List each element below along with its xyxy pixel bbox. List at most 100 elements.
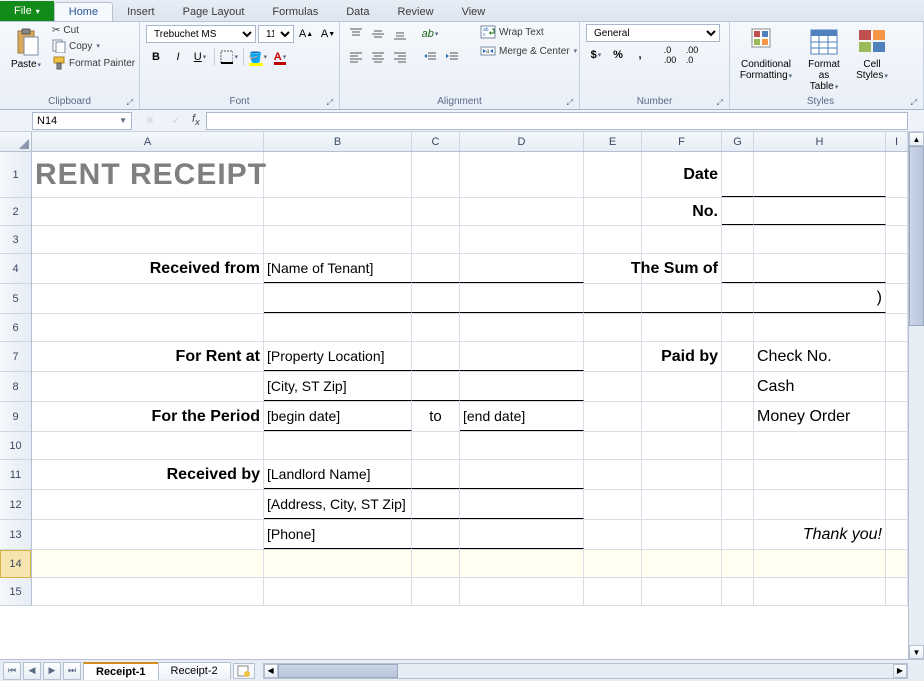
row-header[interactable]: 8	[0, 372, 31, 402]
cell-address[interactable]: [Address, City, ST Zip]	[264, 490, 412, 519]
next-sheet-button[interactable]: ▶	[43, 662, 61, 680]
cell-end[interactable]: [end date]	[460, 402, 584, 431]
align-middle-button[interactable]	[368, 24, 388, 44]
col-header[interactable]: H	[754, 132, 886, 151]
cell-paren[interactable]: )	[754, 284, 886, 313]
row-header[interactable]: 12	[0, 490, 31, 520]
select-all-corner[interactable]	[0, 132, 32, 151]
cell-date-label[interactable]: Date	[642, 152, 722, 197]
tab-insert[interactable]: Insert	[113, 3, 169, 21]
cell-check-label[interactable]: Check No.	[754, 342, 886, 371]
col-header[interactable]: D	[460, 132, 584, 151]
cell-no-label[interactable]: No.	[642, 198, 722, 225]
conditional-formatting-button[interactable]: Conditional Formatting	[736, 24, 796, 83]
col-header[interactable]: B	[264, 132, 412, 151]
paste-button[interactable]: Paste	[6, 24, 46, 72]
col-header[interactable]: A	[32, 132, 264, 151]
name-box[interactable]: N14▼	[32, 112, 132, 130]
cell-phone[interactable]: [Phone]	[264, 520, 412, 549]
tab-page-layout[interactable]: Page Layout	[169, 3, 259, 21]
format-as-table-button[interactable]: Format as Table	[800, 24, 848, 94]
cell-begin[interactable]: [begin date]	[264, 402, 412, 431]
cell-city[interactable]: [City, ST Zip]	[264, 372, 412, 401]
row-header[interactable]: 4	[0, 254, 31, 284]
tab-formulas[interactable]: Formulas	[258, 3, 332, 21]
cell-paid-by-label[interactable]: Paid by	[642, 342, 722, 371]
align-left-button[interactable]	[346, 47, 366, 67]
cell-rent-at-label[interactable]: For Rent at	[32, 342, 264, 371]
row-header[interactable]: 2	[0, 198, 31, 226]
align-right-button[interactable]	[390, 47, 410, 67]
italic-button[interactable]: I	[168, 47, 188, 67]
hscroll-thumb[interactable]	[278, 664, 398, 678]
cell-property[interactable]: [Property Location]	[264, 342, 412, 371]
scroll-left-button[interactable]: ◀	[264, 664, 278, 678]
formula-input[interactable]	[206, 112, 908, 130]
fx-icon[interactable]: fx	[192, 113, 200, 127]
cell-to[interactable]: to	[412, 402, 460, 431]
last-sheet-button[interactable]: ⏭	[63, 662, 81, 680]
copy-button[interactable]: Copy	[50, 38, 137, 54]
comma-button[interactable]: ,	[630, 45, 650, 65]
increase-indent-button[interactable]	[442, 47, 462, 67]
row-header[interactable]: 14	[0, 550, 31, 578]
wrap-text-button[interactable]: abcWrap Text	[478, 24, 579, 40]
shrink-font-button[interactable]: A▼	[318, 24, 338, 44]
prev-sheet-button[interactable]: ◀	[23, 662, 41, 680]
row-header[interactable]: 5	[0, 284, 31, 314]
increase-decimal-button[interactable]: .0.00	[660, 45, 680, 65]
row-header[interactable]: 15	[0, 578, 31, 606]
accounting-format-button[interactable]: $	[586, 45, 606, 65]
tab-review[interactable]: Review	[383, 3, 447, 21]
row-header[interactable]: 1	[0, 152, 31, 198]
border-button[interactable]	[219, 47, 239, 67]
cell-received-by-label[interactable]: Received by	[32, 460, 264, 489]
cell-landlord[interactable]: [Landlord Name]	[264, 460, 412, 489]
number-format-select[interactable]: General	[586, 24, 720, 42]
row-header[interactable]: 11	[0, 460, 31, 490]
align-bottom-button[interactable]	[390, 24, 410, 44]
row-header[interactable]: 9	[0, 402, 31, 432]
col-header[interactable]: F	[642, 132, 722, 151]
scroll-up-button[interactable]: ▲	[909, 132, 924, 146]
scroll-thumb[interactable]	[909, 146, 924, 326]
underline-button[interactable]: U	[190, 47, 210, 67]
scroll-down-button[interactable]: ▼	[909, 645, 924, 659]
cell-styles-button[interactable]: Cell Styles	[852, 24, 892, 83]
font-name-select[interactable]: Trebuchet MS	[146, 25, 256, 43]
bold-button[interactable]: B	[146, 47, 166, 67]
tab-data[interactable]: Data	[332, 3, 383, 21]
sheet-tab-1[interactable]: Receipt-1	[83, 662, 159, 680]
row-header[interactable]: 3	[0, 226, 31, 254]
sheet-tab-2[interactable]: Receipt-2	[158, 662, 231, 679]
vertical-scrollbar[interactable]: ▲ ▼	[908, 132, 924, 659]
orientation-button[interactable]: ab	[420, 24, 440, 44]
horizontal-scrollbar[interactable]: ◀ ▶	[263, 663, 908, 679]
cell-tenant[interactable]: [Name of Tenant]	[264, 254, 412, 283]
cut-button[interactable]: ✂Cut	[50, 24, 137, 37]
cell-period-label[interactable]: For the Period	[32, 402, 264, 431]
scroll-right-button[interactable]: ▶	[893, 664, 907, 678]
col-header[interactable]: G	[722, 132, 754, 151]
font-color-button[interactable]: A	[270, 47, 290, 67]
percent-button[interactable]: %	[608, 45, 628, 65]
decrease-indent-button[interactable]	[420, 47, 440, 67]
align-top-button[interactable]	[346, 24, 366, 44]
row-header[interactable]: 6	[0, 314, 31, 342]
first-sheet-button[interactable]: ⏮	[3, 662, 21, 680]
tab-home[interactable]: Home	[54, 2, 113, 21]
cell-received-from-label[interactable]: Received from	[32, 254, 264, 283]
file-menu[interactable]: File	[0, 1, 54, 21]
new-sheet-button[interactable]	[233, 663, 255, 679]
row-header[interactable]: 13	[0, 520, 31, 550]
fill-color-button[interactable]: 🪣	[248, 47, 268, 67]
cell-money-label[interactable]: Money Order	[754, 402, 886, 431]
grow-font-button[interactable]: A▲	[296, 24, 316, 44]
row-header[interactable]: 10	[0, 432, 31, 460]
cells-area[interactable]: RENT RECEIPT Date No.	[32, 152, 924, 606]
col-header[interactable]: E	[584, 132, 642, 151]
merge-center-button[interactable]: aMerge & Center	[478, 43, 579, 59]
font-size-select[interactable]: 11	[258, 25, 294, 43]
align-center-button[interactable]	[368, 47, 388, 67]
cell-title[interactable]: RENT RECEIPT	[32, 152, 264, 197]
